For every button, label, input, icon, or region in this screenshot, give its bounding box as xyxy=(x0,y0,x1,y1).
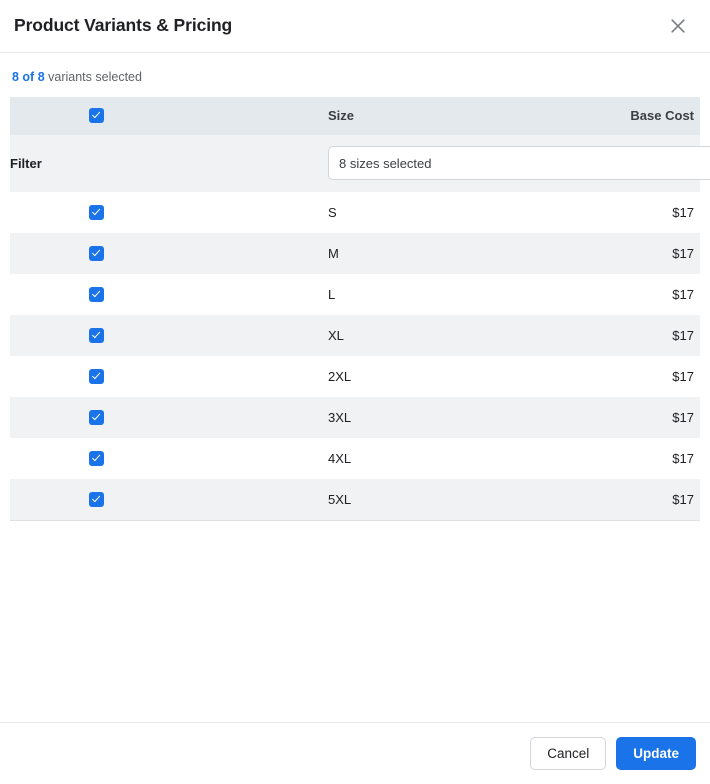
column-header-base-cost[interactable]: Base Cost xyxy=(549,97,700,135)
selection-summary: 8 of 8 variants selected xyxy=(0,53,710,97)
row-select-cell xyxy=(10,397,169,438)
selected-count: 8 of 8 xyxy=(12,70,45,84)
row-checkbox[interactable] xyxy=(89,409,104,425)
row-checkbox[interactable] xyxy=(89,491,104,507)
filter-spacer-cell xyxy=(549,135,700,192)
row-checkbox[interactable] xyxy=(89,450,104,466)
row-select-cell xyxy=(10,274,169,315)
row-checkbox[interactable] xyxy=(89,368,104,384)
select-all-checkbox[interactable] xyxy=(89,108,104,123)
table-row: 3XL $17 xyxy=(10,396,700,438)
row-size-cell: M xyxy=(328,245,339,261)
select-all-header-cell xyxy=(10,97,169,135)
row-checkbox[interactable] xyxy=(89,245,104,261)
cancel-button[interactable]: Cancel xyxy=(530,737,607,770)
table-row: M $17 xyxy=(10,232,700,274)
row-select-cell xyxy=(10,438,169,479)
table-body: S $17 M $17 L $17 XL $17 2XL $17 3XL $17 4XL $17 5XL $1… xyxy=(10,191,700,520)
table-row: S $17 xyxy=(10,191,700,233)
row-checkbox-wrap xyxy=(10,286,169,302)
select-all-checkbox-wrap xyxy=(10,108,169,123)
table-row: 4XL $17 xyxy=(10,437,700,479)
product-variants-dialog: Product Variants & Pricing 8 of 8 varian… xyxy=(0,0,710,784)
row-size-cell: 2XL xyxy=(328,368,352,384)
close-button[interactable] xyxy=(662,10,694,42)
update-button[interactable]: Update xyxy=(616,737,696,770)
filter-label: Filter xyxy=(10,155,42,171)
row-base-cost-cell: $17 xyxy=(672,409,694,425)
row-select-cell xyxy=(10,192,169,233)
row-size-cell: S xyxy=(328,204,337,220)
dialog-header: Product Variants & Pricing xyxy=(0,0,710,53)
row-base-cost-cell: $17 xyxy=(672,450,694,466)
row-select-cell xyxy=(10,315,169,356)
row-size-cell: 3XL xyxy=(328,409,352,425)
row-select-cell xyxy=(10,356,169,397)
row-base-cost-cell: $17 xyxy=(672,327,694,343)
row-checkbox-wrap xyxy=(10,204,169,220)
row-checkbox-wrap xyxy=(10,368,169,384)
page-title: Product Variants & Pricing xyxy=(14,15,233,36)
filter-input-cell xyxy=(169,135,710,192)
column-header-size[interactable]: Size xyxy=(169,97,549,135)
table-row: XL $17 xyxy=(10,314,700,356)
dialog-body: 8 of 8 variants selected Size Base Cost xyxy=(0,53,710,722)
table-bottom-divider xyxy=(10,519,700,521)
filter-input-wrap xyxy=(169,146,710,180)
row-checkbox[interactable] xyxy=(89,286,104,302)
row-base-cost-cell: $17 xyxy=(672,368,694,384)
filter-row: Filter xyxy=(10,134,710,192)
selected-count-label: variants selected xyxy=(48,70,142,84)
table-row: 5XL $17 xyxy=(10,478,700,520)
row-base-cost-cell: $17 xyxy=(672,204,694,220)
row-checkbox-wrap xyxy=(10,491,169,507)
row-size-cell: XL xyxy=(328,327,344,343)
row-select-cell xyxy=(10,233,169,274)
row-checkbox-wrap xyxy=(10,245,169,261)
row-base-cost-cell: $17 xyxy=(672,286,694,302)
dialog-footer: Cancel Update xyxy=(0,722,710,784)
row-checkbox-wrap xyxy=(10,327,169,343)
row-checkbox-wrap xyxy=(10,450,169,466)
table-header: Size Base Cost Filter xyxy=(10,96,710,192)
table-row: L $17 xyxy=(10,273,700,315)
row-select-cell xyxy=(10,479,169,520)
table-header-row: Size Base Cost xyxy=(10,96,700,135)
row-size-cell: 5XL xyxy=(328,491,352,507)
table-row: 2XL $17 xyxy=(10,355,700,397)
variants-table: Size Base Cost Filter S$17M$17L$17XL$172… xyxy=(10,96,710,520)
row-checkbox[interactable] xyxy=(89,327,104,343)
row-checkbox[interactable] xyxy=(89,204,104,220)
row-base-cost-cell: $17 xyxy=(672,245,694,261)
row-size-cell: 4XL xyxy=(328,450,352,466)
row-size-cell: L xyxy=(328,286,336,302)
row-checkbox-wrap xyxy=(10,409,169,425)
close-icon xyxy=(668,16,688,36)
row-base-cost-cell: $17 xyxy=(672,491,694,507)
